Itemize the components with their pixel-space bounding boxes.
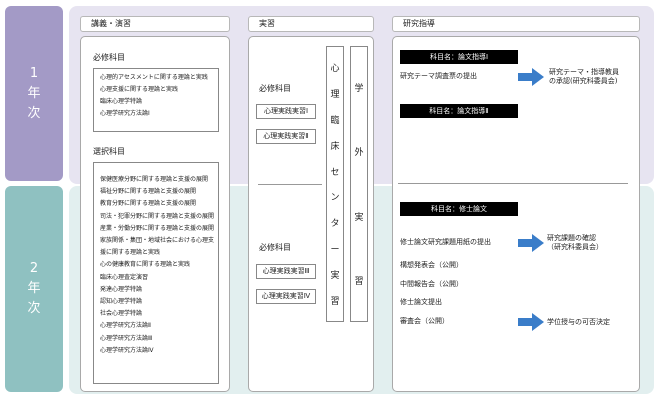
vertical-char: ン bbox=[330, 193, 340, 204]
lecture-required-label: 必修科目 bbox=[93, 53, 125, 62]
practice-subject-1: 心理実践実習Ⅰ bbox=[256, 104, 316, 119]
practice-subject-2: 心理実践実習Ⅱ bbox=[256, 129, 316, 144]
research-year-divider bbox=[398, 183, 628, 184]
practice-subject-4: 心理実践実習Ⅳ bbox=[256, 289, 316, 304]
lecture-panel: 必修科目 心理的アセスメントに関する理論と実践 心理支援に関する理論と実践 臨床… bbox=[80, 36, 230, 392]
list-item: 臨床心理査定演習 bbox=[100, 273, 149, 281]
vertical-char: 習 bbox=[354, 277, 364, 288]
list-item: 心理学研究方法論Ⅳ bbox=[100, 346, 154, 354]
research-subject-bar-3: 科目名：修士論文 bbox=[400, 202, 518, 216]
vertical-char: タ bbox=[330, 219, 340, 230]
vertical-char: 理 bbox=[330, 90, 340, 101]
list-item: 保健医療分野に関する理論と支援の展開 bbox=[100, 176, 209, 183]
clinical-center-practice: 心 理 臨 床 セ ン タ ー 実 習 bbox=[326, 46, 344, 322]
list-item: 臨床心理学特論 bbox=[100, 98, 143, 105]
list-item: 司法・犯罪分野に関する理論と支援の展開 bbox=[100, 212, 215, 220]
year1-ji: 次 bbox=[27, 105, 41, 121]
research-step-topic-submit: 修士論文研究課題用紙の提出 bbox=[400, 238, 491, 246]
list-item: 発達心理学特論 bbox=[100, 285, 143, 293]
research-step-theme-submit: 研究テーマ調査票の提出 bbox=[400, 72, 477, 80]
research-subject-bar-1: 科目名：論文指導Ⅰ bbox=[400, 50, 518, 64]
list-item: 産業・労働分野に関する理論と支援の展開 bbox=[100, 224, 215, 232]
list-item: 心理学研究方法論Ⅱ bbox=[100, 322, 151, 330]
result-line: の承認(研究科委員会) bbox=[549, 77, 618, 85]
external-practice: 学 外 実 習 bbox=[350, 46, 368, 322]
year1-tab: 1 年 次 bbox=[5, 6, 63, 181]
arrow-right-icon bbox=[518, 234, 544, 252]
result-line: 研究課題の確認 bbox=[547, 234, 596, 242]
arrow-right-icon bbox=[518, 68, 544, 86]
vertical-char: 実 bbox=[330, 270, 340, 281]
list-item: 福祉分野に関する理論と支援の展開 bbox=[100, 188, 197, 196]
research-result-topic-confirm: 研究課題の確認 （研究科委員会） bbox=[547, 234, 603, 252]
list-item: 心の健康教育に関する理論と実践 bbox=[100, 261, 191, 269]
research-step-interim-report: 中間報告会（公開） bbox=[400, 280, 463, 288]
research-step-thesis-submit: 修士論文提出 bbox=[400, 298, 442, 306]
year2-nen: 年 bbox=[27, 281, 41, 296]
column-header-lecture: 講義・演習 bbox=[80, 16, 230, 32]
list-item: 認知心理学特論 bbox=[100, 298, 143, 306]
vertical-char: ー bbox=[330, 244, 340, 255]
arrow-right-icon bbox=[518, 313, 544, 331]
list-item: 援に関する理論と実践 bbox=[100, 249, 161, 257]
practice-y2-label: 必修科目 bbox=[259, 243, 291, 252]
practice-year-divider bbox=[258, 184, 322, 185]
vertical-char: セ bbox=[330, 167, 340, 178]
vertical-char: 臨 bbox=[330, 115, 340, 126]
lecture-elective-label: 選択科目 bbox=[93, 147, 125, 156]
vertical-char: 床 bbox=[330, 141, 340, 152]
year2-ji: 次 bbox=[27, 301, 41, 316]
list-item: 心理学研究方法論Ⅲ bbox=[100, 334, 153, 342]
list-item: 家族関係・集団・地域社会における心理支 bbox=[100, 237, 215, 245]
vertical-char: 心 bbox=[330, 64, 340, 75]
column-header-practice: 実習 bbox=[248, 16, 374, 32]
year1-nen: 年 bbox=[27, 85, 41, 101]
list-item: 社会心理学特論 bbox=[100, 310, 143, 318]
list-item: 心理支援に関する理論と実践 bbox=[100, 86, 179, 93]
vertical-char: 外 bbox=[354, 148, 364, 159]
required-list: 心理的アセスメントに関する理論と実践 心理支援に関する理論と実践 臨床心理学特論… bbox=[93, 68, 219, 132]
result-line: （研究科委員会） bbox=[547, 243, 603, 251]
vertical-char: 習 bbox=[330, 296, 340, 307]
year2-digit: 2 bbox=[29, 261, 39, 276]
practice-y1-label: 必修科目 bbox=[259, 84, 291, 93]
research-step-examination: 審査会（公開） bbox=[400, 317, 449, 325]
list-item: 心理的アセスメントに関する理論と実践 bbox=[100, 74, 208, 81]
list-item: 教育分野に関する理論と支援の展開 bbox=[100, 200, 197, 208]
year2-tab: 2 年 次 bbox=[5, 186, 63, 392]
research-step-plan-presentation: 構想発表会（公開） bbox=[400, 261, 463, 269]
column-header-research: 研究指導 bbox=[392, 16, 640, 32]
research-result-approval: 研究テーマ・指導教員 の承認(研究科委員会) bbox=[549, 68, 619, 86]
research-result-degree: 学位授与の可否決定 bbox=[547, 318, 610, 326]
list-item: 心理学研究方法論Ⅰ bbox=[100, 110, 150, 117]
elective-list: 保健医療分野に関する理論と支援の展開 福祉分野に関する理論と支援の展開 教育分野… bbox=[93, 162, 219, 384]
result-line: 研究テーマ・指導教員 bbox=[549, 68, 619, 76]
vertical-char: 実 bbox=[354, 212, 364, 223]
vertical-char: 学 bbox=[354, 83, 364, 94]
research-subject-bar-2: 科目名：論文指導Ⅱ bbox=[400, 104, 518, 118]
practice-subject-3: 心理実践実習Ⅲ bbox=[256, 264, 316, 279]
year1-digit: 1 bbox=[29, 65, 39, 81]
